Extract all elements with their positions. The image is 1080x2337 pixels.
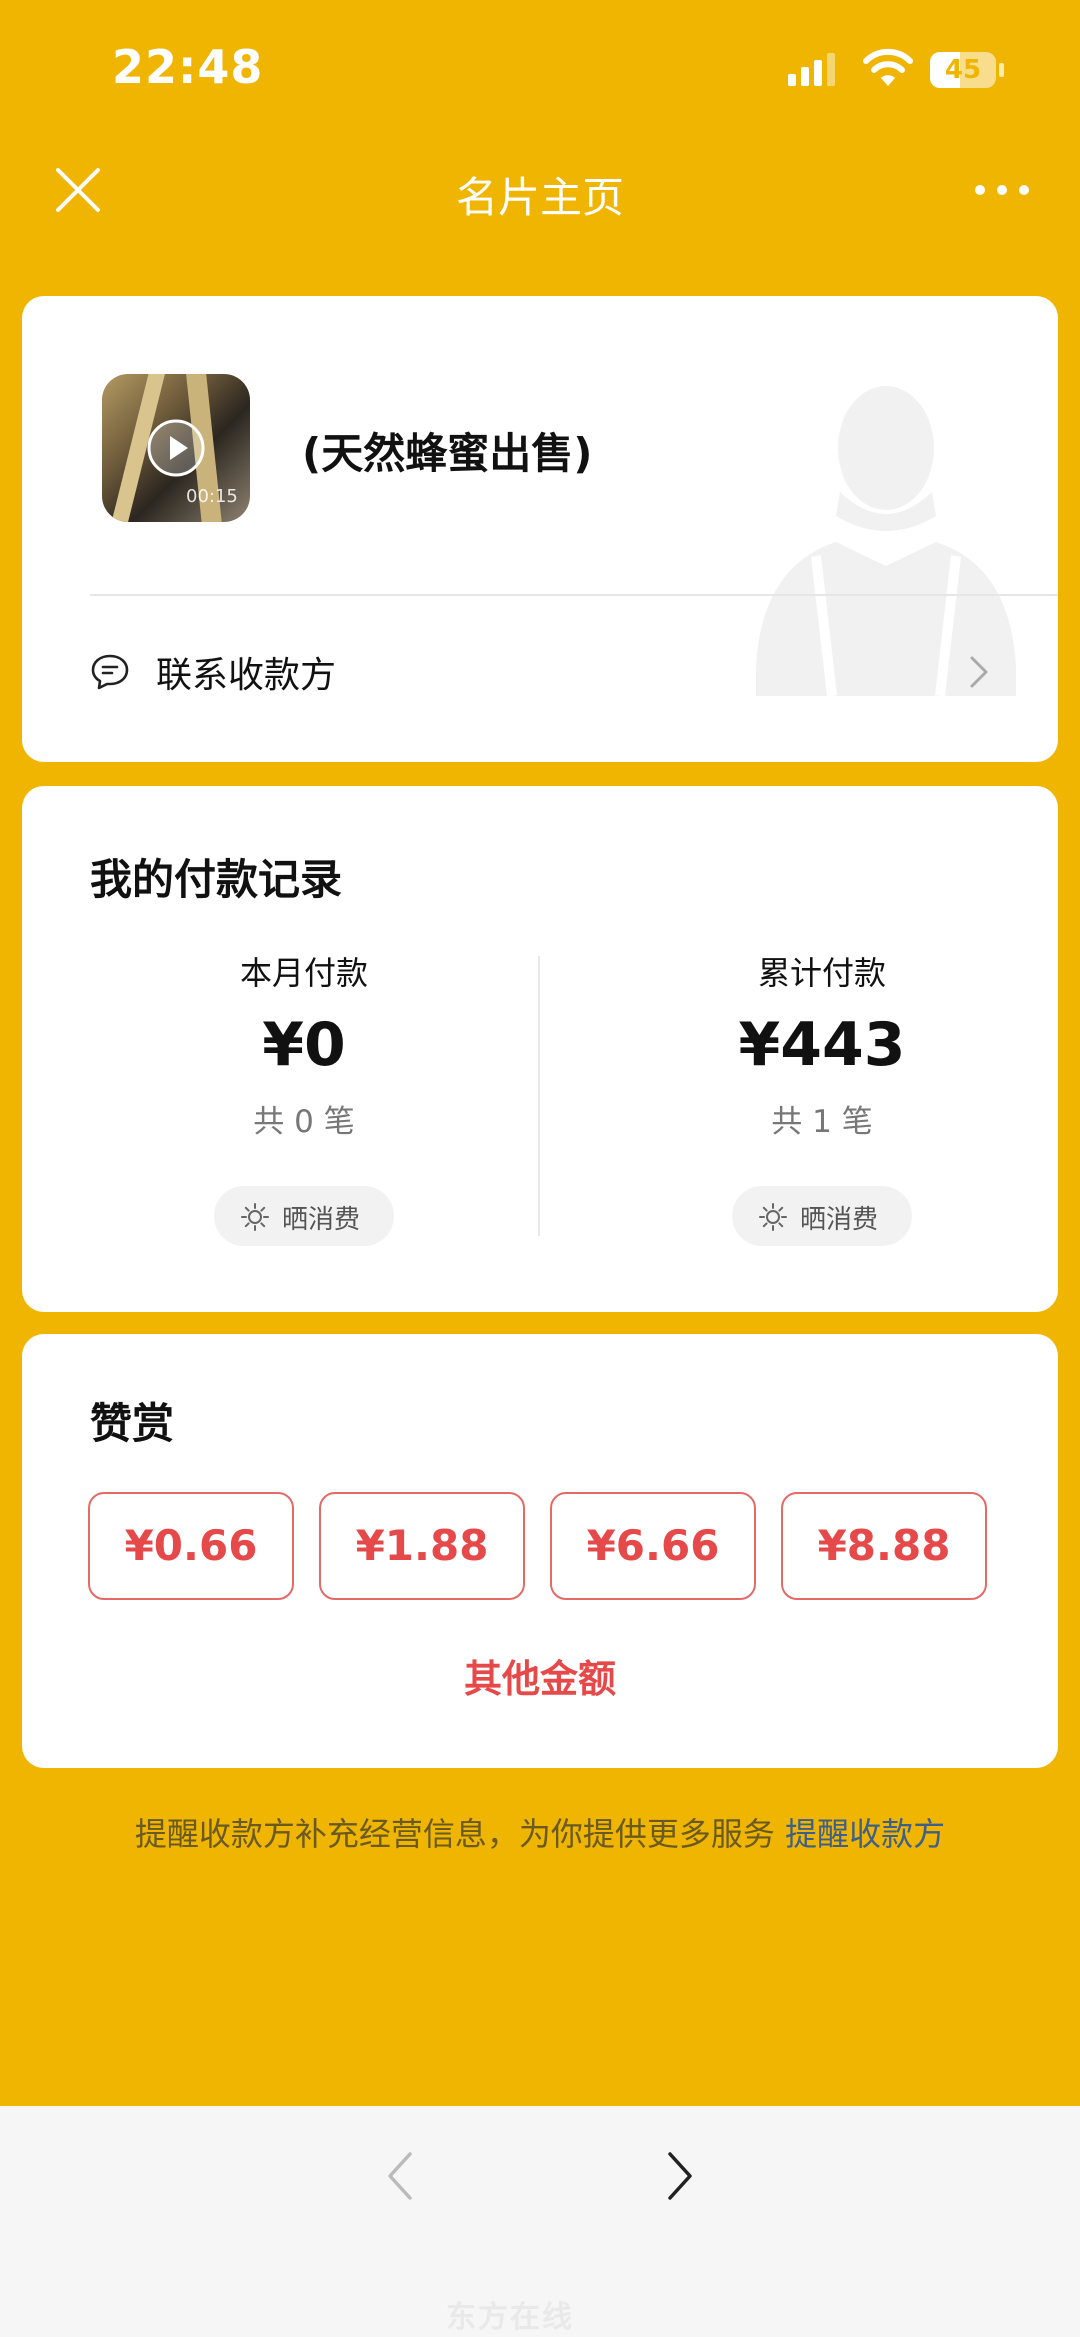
merchant-video-thumbnail[interactable]: 00:15 <box>102 374 250 522</box>
nav-bar: 名片主页 <box>0 140 1080 240</box>
total-count: 共 1 笔 <box>771 1104 873 1140</box>
forward-arrow-icon[interactable] <box>666 2150 694 2202</box>
remind-payee-link[interactable]: 提醒收款方 <box>785 1815 945 1853</box>
payment-records-card: 我的付款记录 本月付款 ¥0 共 0 笔 晒消费 累计付款 ¥443 共 1 笔… <box>22 786 1058 1312</box>
total-payment: 累计付款 ¥443 共 1 笔 晒消费 <box>650 948 994 1250</box>
notice-text: 提醒收款方补充经营信息，为你提供更多服务 提醒收款方 <box>130 1810 950 1858</box>
tip-amount-button[interactable]: ¥8.88 <box>781 1492 987 1600</box>
battery-icon: 45 <box>930 52 1004 90</box>
sun-icon <box>241 1203 269 1231</box>
share-spending-label: 晒消费 <box>800 1205 879 1235</box>
column-divider <box>538 956 540 1236</box>
contact-payee-label: 联系收款方 <box>156 655 337 696</box>
share-spending-label: 晒消费 <box>282 1205 361 1235</box>
total-label: 累计付款 <box>757 954 886 992</box>
other-amount-link[interactable]: 其他金额 <box>22 1648 1058 1703</box>
this-month-count: 共 0 笔 <box>253 1104 355 1140</box>
tip-amount-button[interactable]: ¥1.88 <box>319 1492 525 1600</box>
bottom-toolbar: 东方在线 <box>0 2106 1080 2337</box>
total-amount: ¥443 <box>738 1010 906 1080</box>
tip-title: 赞赏 <box>90 1399 175 1448</box>
sun-icon <box>759 1203 787 1231</box>
tip-card: 赞赏 ¥0.66 ¥1.88 ¥6.66 ¥8.88 其他金额 <box>22 1334 1058 1768</box>
share-spending-button[interactable]: 晒消费 <box>732 1186 912 1246</box>
video-duration: 00:15 <box>186 486 238 507</box>
more-dots-icon[interactable] <box>972 176 1032 204</box>
status-bar: 22:48 45 <box>0 0 1080 130</box>
this-month-amount: ¥0 <box>262 1010 346 1080</box>
contact-payee-row[interactable]: 联系收款方 <box>22 596 1058 762</box>
this-month-payment: 本月付款 ¥0 共 0 笔 晒消费 <box>132 948 476 1250</box>
this-month-label: 本月付款 <box>239 954 368 992</box>
notice-message: 提醒收款方补充经营信息，为你提供更多服务 <box>134 1815 786 1853</box>
merchant-card: 00:15 (天然蜂蜜出售) 联系收款方 <box>22 296 1058 762</box>
chat-bubble-icon <box>91 654 129 690</box>
merchant-name: (天然蜂蜜出售) <box>302 429 593 478</box>
status-time: 22:48 <box>112 40 264 94</box>
watermark: 东方在线 <box>446 2300 574 2335</box>
back-arrow-icon[interactable] <box>386 2150 414 2202</box>
wifi-icon <box>863 48 913 86</box>
battery-level: 45 <box>944 55 982 85</box>
share-spending-button[interactable]: 晒消费 <box>214 1186 394 1246</box>
payment-records-title: 我的付款记录 <box>90 855 343 904</box>
cellular-signal-icon <box>788 53 835 86</box>
chevron-right-icon <box>970 656 988 688</box>
tip-amount-button[interactable]: ¥0.66 <box>88 1492 294 1600</box>
play-icon[interactable] <box>146 418 206 478</box>
page-title: 名片主页 <box>455 173 624 222</box>
tip-amount-button[interactable]: ¥6.66 <box>550 1492 756 1600</box>
